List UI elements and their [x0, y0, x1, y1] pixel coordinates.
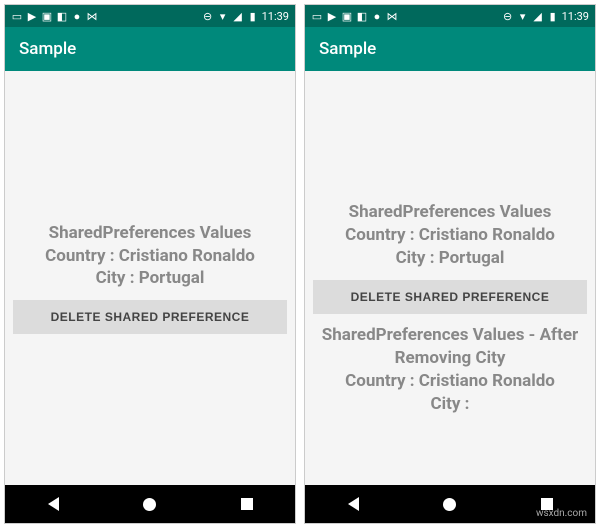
text-line-3: City : Portugal — [45, 267, 255, 290]
shared-prefs-text: SharedPreferences Values Country : Crist… — [45, 222, 255, 291]
battery-icon: ▮ — [247, 10, 259, 22]
play-icon: ▶ — [26, 10, 38, 22]
text-line-2: Country : Cristiano Ronaldo — [345, 224, 555, 247]
app-title: Sample — [19, 39, 76, 59]
content-area: SharedPreferences Values Country : Crist… — [5, 71, 295, 485]
shared-prefs-after-text: SharedPreferences Values - After Removin… — [322, 324, 579, 416]
box-icon: ▣ — [341, 10, 353, 22]
box-icon: ▣ — [41, 10, 53, 22]
shared-prefs-text: SharedPreferences Values Country : Crist… — [345, 201, 555, 270]
back-icon — [48, 497, 59, 511]
content-area: SharedPreferences Values Country : Crist… — [305, 71, 595, 485]
text-line-1: SharedPreferences Values — [45, 222, 255, 245]
dnd-icon: ⊖ — [502, 10, 514, 22]
wifi-icon: ▾ — [517, 10, 529, 22]
watermark: wsxdn.com — [536, 508, 587, 519]
status-time: 11:39 — [262, 10, 289, 23]
after-line-4: City : — [322, 393, 579, 416]
home-button[interactable] — [130, 498, 170, 511]
text-line-2: Country : Cristiano Ronaldo — [45, 245, 255, 268]
status-right-icons: ⊖ ▾ ◢ ▮ 11:39 — [502, 10, 589, 23]
status-bar: ▭ ▶ ▣ ◧ ● ⋈ ⊖ ▾ ◢ ▮ 11:39 — [305, 5, 595, 27]
delete-shared-preference-button[interactable]: DELETE SHARED PREFERENCE — [313, 280, 587, 314]
back-button[interactable] — [33, 497, 73, 511]
app-bar: Sample — [305, 27, 595, 71]
app-title: Sample — [319, 39, 376, 59]
dot-icon: ● — [71, 10, 83, 22]
dot-icon: ● — [371, 10, 383, 22]
home-button[interactable] — [430, 498, 470, 511]
delete-shared-preference-button[interactable]: DELETE SHARED PREFERENCE — [13, 300, 287, 334]
play-icon: ▶ — [326, 10, 338, 22]
home-icon — [443, 498, 456, 511]
text-line-3: City : Portugal — [345, 247, 555, 270]
text-line-1: SharedPreferences Values — [345, 201, 555, 224]
phone-right: ▭ ▶ ▣ ◧ ● ⋈ ⊖ ▾ ◢ ▮ 11:39 Sample SharedP… — [304, 4, 596, 524]
recent-icon — [241, 498, 253, 510]
status-time: 11:39 — [562, 10, 589, 23]
after-line-3: Country : Cristiano Ronaldo — [322, 370, 579, 393]
signal-icon: ◢ — [532, 10, 544, 22]
back-icon — [348, 497, 359, 511]
dnd-icon: ⊖ — [202, 10, 214, 22]
status-right-icons: ⊖ ▾ ◢ ▮ 11:39 — [202, 10, 289, 23]
wifi-icon: ▾ — [217, 10, 229, 22]
battery-icon: ▮ — [547, 10, 559, 22]
providers-icon: ⋈ — [386, 10, 398, 22]
picture-icon: ◧ — [356, 10, 368, 22]
status-left-icons: ▭ ▶ ▣ ◧ ● ⋈ — [11, 10, 98, 22]
phone-left: ▭ ▶ ▣ ◧ ● ⋈ ⊖ ▾ ◢ ▮ 11:39 Sample SharedP… — [4, 4, 296, 524]
recent-button[interactable] — [227, 498, 267, 510]
after-line-2: Removing City — [322, 347, 579, 370]
status-left-icons: ▭ ▶ ▣ ◧ ● ⋈ — [311, 10, 398, 22]
providers-icon: ⋈ — [86, 10, 98, 22]
status-bar: ▭ ▶ ▣ ◧ ● ⋈ ⊖ ▾ ◢ ▮ 11:39 — [5, 5, 295, 27]
app-bar: Sample — [5, 27, 295, 71]
back-button[interactable] — [333, 497, 373, 511]
message-icon: ▭ — [11, 10, 23, 22]
navigation-bar — [5, 485, 295, 523]
home-icon — [143, 498, 156, 511]
picture-icon: ◧ — [56, 10, 68, 22]
signal-icon: ◢ — [232, 10, 244, 22]
after-line-1: SharedPreferences Values - After — [322, 324, 579, 347]
message-icon: ▭ — [311, 10, 323, 22]
